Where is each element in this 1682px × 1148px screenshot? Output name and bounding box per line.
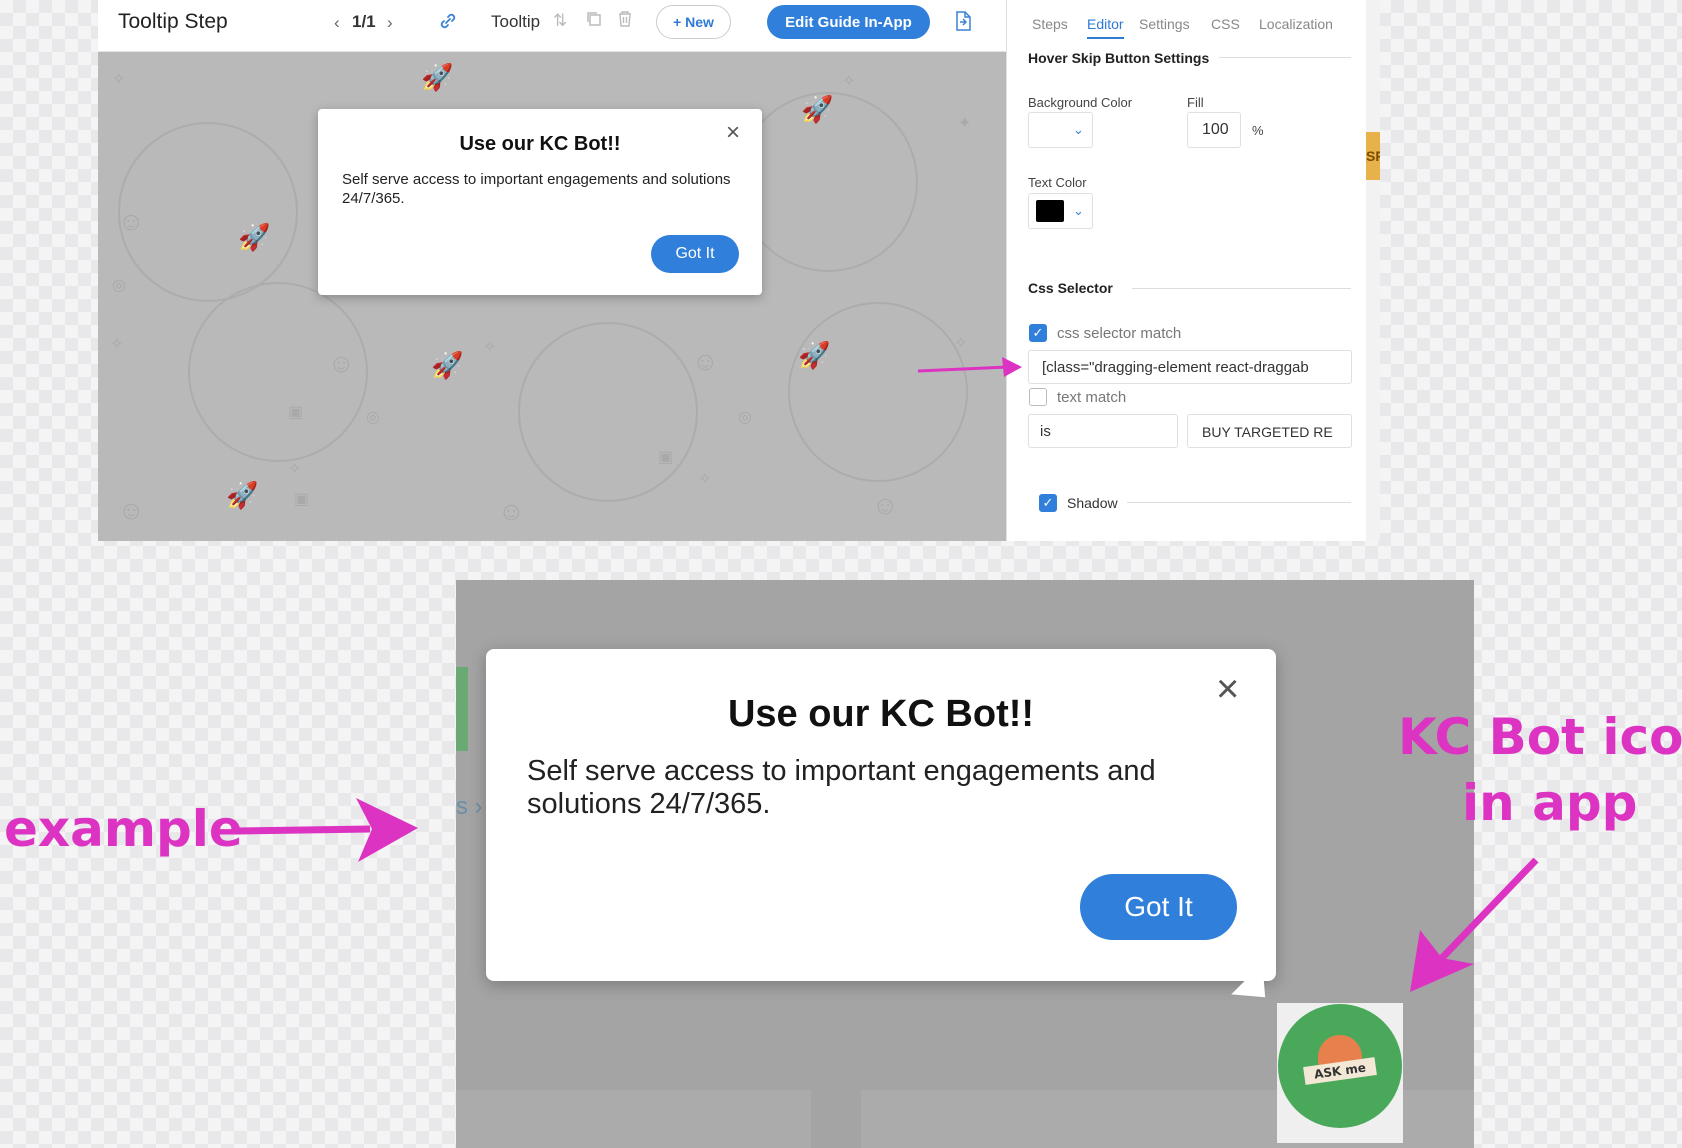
annotation-kc-bot-line1: KC Bot icon	[1398, 708, 1682, 766]
annotation-kc-bot-line2: in app	[1462, 774, 1638, 832]
annotation-example: example	[4, 800, 243, 858]
arrow-to-example	[237, 798, 418, 862]
annotation-arrows	[237, 357, 1539, 992]
arrow-to-kc-bot	[1410, 857, 1539, 992]
arrow-to-css-selector	[917, 357, 1022, 377]
